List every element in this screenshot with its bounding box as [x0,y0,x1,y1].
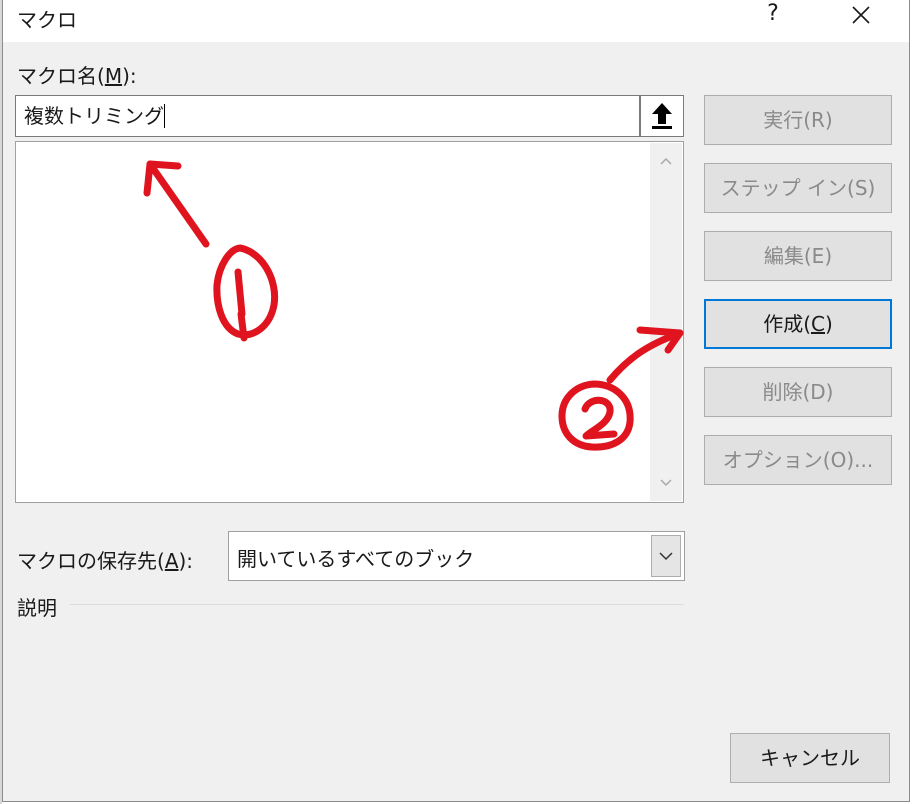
macro-name-label-suffix: ): [122,64,137,88]
close-button[interactable] [839,0,883,30]
macro-name-value: 複数トリミング [24,104,164,128]
window-title: マクロ [17,8,77,32]
macro-list[interactable] [15,141,684,503]
store-in-label: マクロの保存先(A): [17,545,193,574]
up-arrow-icon [652,103,672,129]
cancel-button[interactable]: キャンセル [730,733,890,783]
store-in-value: 開いているすべてのブック [237,547,475,571]
create-label: 作成( [763,312,812,336]
scroll-up-icon[interactable] [658,155,674,167]
text-caret [164,104,165,128]
macro-name-input[interactable]: 複数トリミング [15,95,640,137]
run-button[interactable]: 実行(R) [704,95,892,145]
help-button[interactable]: ? [751,0,795,30]
store-in-accesskey: A [164,549,179,573]
description-label: 説明 [17,596,57,620]
options-button[interactable]: オプション(O)... [704,435,892,485]
create-button[interactable]: 作成(C) [704,299,892,349]
scroll-down-icon[interactable] [658,477,674,489]
edit-button[interactable]: 編集(E) [704,231,892,281]
list-scrollbar[interactable] [650,143,682,501]
macro-name-label: マクロ名(M): [17,60,137,89]
collapse-up-button[interactable] [640,95,684,137]
delete-button[interactable]: 削除(D) [704,367,892,417]
create-label-suffix: ) [824,312,833,336]
store-in-dropdown-button[interactable] [651,535,681,577]
chevron-down-icon [659,552,673,561]
store-in-label-suffix: ): [178,549,194,573]
step-in-button[interactable]: ステップ イン(S) [704,163,892,213]
macro-name-label-text: マクロ名( [17,64,105,88]
description-divider [70,604,684,605]
store-in-label-text: マクロの保存先( [17,549,165,573]
close-icon [852,6,870,24]
title-bar: マクロ ? [3,0,909,42]
macro-name-accesskey: M [104,64,123,88]
create-accesskey: C [811,312,825,336]
store-in-select[interactable]: 開いているすべてのブック [228,531,685,581]
